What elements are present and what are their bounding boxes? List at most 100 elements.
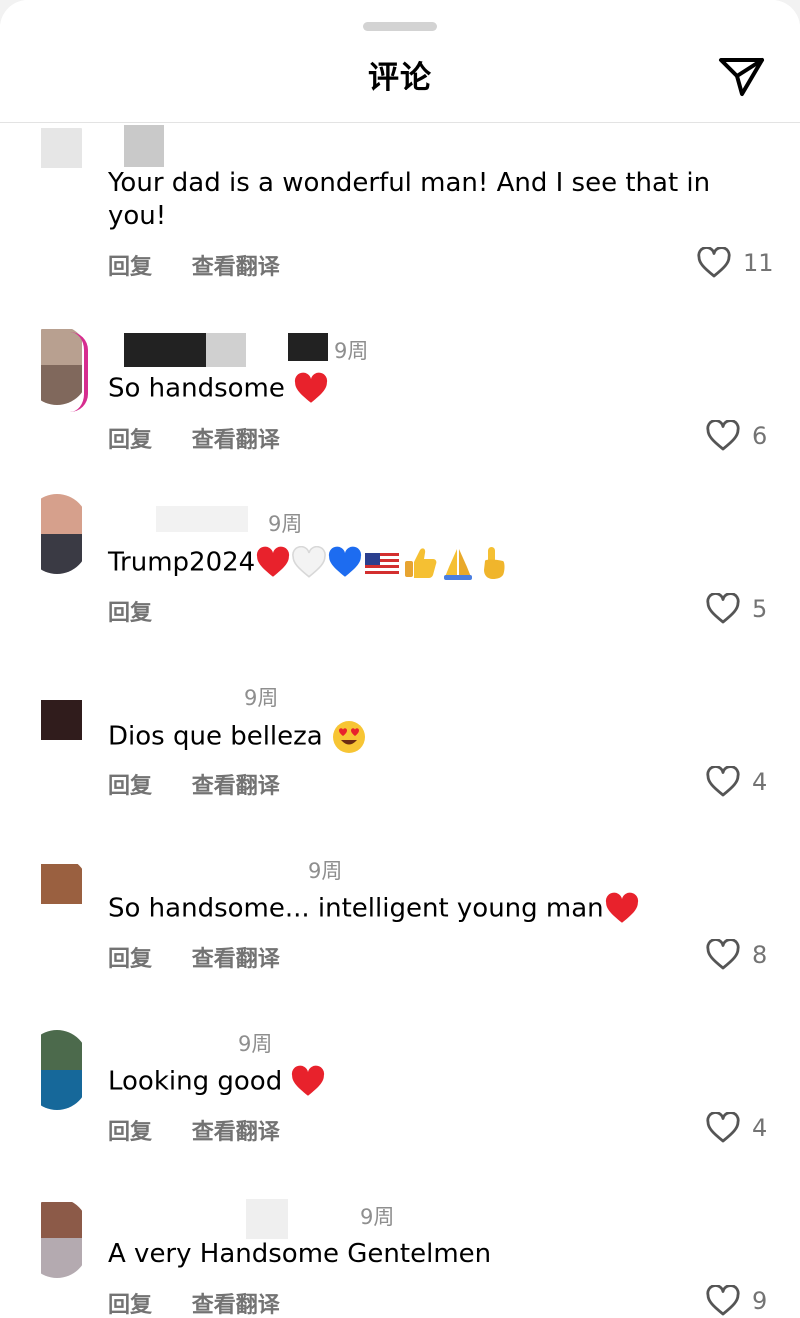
comment-meta: 9周 [108, 680, 308, 710]
comment-meta: 9周 [108, 853, 368, 883]
heart-icon [706, 939, 740, 970]
translate-button[interactable]: 查看翻译 [192, 947, 280, 972]
sheet-header: 评论 [0, 0, 800, 123]
white-heart-emoji [292, 546, 327, 578]
comment-time: 9周 [334, 339, 369, 363]
story-ring [52, 332, 88, 412]
heart-icon [706, 1285, 740, 1316]
comment-meta: 9周 [108, 333, 408, 367]
comment-text-value: So handsome... intelligent young man [108, 893, 604, 924]
comment-meta: 9周 [108, 1026, 308, 1056]
like-count: 6 [752, 422, 768, 450]
blue-heart-emoji [329, 546, 362, 577]
avatar-image [41, 1202, 82, 1238]
heart-icon [706, 766, 740, 797]
heart-icon [706, 420, 740, 451]
reply-button[interactable]: 回复 [108, 774, 152, 799]
comment-actions: 回复 查看翻译 [108, 1114, 312, 1146]
share-button[interactable] [716, 52, 768, 100]
reply-button[interactable]: 回复 [108, 255, 152, 280]
avatar-image [41, 494, 82, 534]
comment-time: 9周 [360, 1205, 395, 1229]
comment-actions: 回复 查看翻译 [108, 1287, 312, 1318]
drag-handle[interactable] [363, 22, 437, 31]
comment-actions: 回复 查看翻译 [108, 941, 312, 973]
heart-icon [697, 247, 731, 278]
avatar[interactable] [26, 494, 88, 574]
like-count: 8 [752, 941, 768, 969]
comment-text: So handsome... intelligent young man [108, 892, 728, 926]
folded-hands-emoji [444, 549, 473, 580]
like-count: 4 [752, 768, 768, 796]
like-count: 11 [743, 249, 774, 277]
red-heart-emoji [292, 1065, 325, 1096]
page-title: 评论 [368, 60, 432, 96]
translate-button[interactable]: 查看翻译 [192, 774, 280, 799]
like-count: 4 [752, 1114, 768, 1142]
comment-actions: 回复 查看翻译 [108, 422, 312, 454]
comment-meta: 9周 [108, 506, 368, 536]
like-button[interactable]: 4 [706, 1110, 786, 1150]
reply-button[interactable]: 回复 [108, 428, 152, 453]
like-count: 9 [752, 1287, 768, 1315]
like-button[interactable]: 8 [706, 937, 786, 977]
avatar-image [41, 864, 82, 904]
username-redacted [206, 333, 246, 367]
reply-button[interactable]: 回复 [108, 1293, 152, 1318]
translate-button[interactable]: 查看翻译 [192, 428, 280, 453]
like-button[interactable]: 5 [706, 591, 786, 631]
avatar[interactable] [26, 856, 88, 936]
like-button[interactable]: 4 [706, 764, 786, 804]
paper-plane-icon [719, 58, 764, 96]
comment-time: 9周 [244, 686, 279, 710]
translate-button[interactable]: 查看翻译 [192, 1293, 280, 1318]
avatar-image [41, 700, 82, 740]
comment-time: 9周 [268, 512, 303, 536]
username-redacted [288, 333, 328, 361]
reply-button[interactable]: 回复 [108, 947, 152, 972]
comment-actions: 回复 查看翻译 [108, 768, 312, 800]
comment-text-value: So handsome [108, 373, 285, 404]
translate-button[interactable]: 查看翻译 [192, 255, 280, 280]
heart-icon [706, 1112, 740, 1143]
comment-time: 9周 [238, 1032, 273, 1056]
username-redacted [246, 1199, 288, 1239]
comment-text: A very Handsome Gentelmen [108, 1239, 492, 1269]
reply-button[interactable]: 回复 [108, 601, 152, 626]
comment-meta: 9周 [108, 1199, 408, 1239]
heart-icon [706, 593, 740, 624]
comment-text-value: Looking good [108, 1066, 283, 1097]
avatar-image [41, 534, 82, 574]
comment-text: Dios que belleza [108, 719, 728, 755]
thumbs-up-emoji [405, 548, 437, 578]
username-redacted [124, 333, 206, 367]
like-button[interactable]: 6 [706, 418, 786, 458]
comment-time: 9周 [308, 859, 343, 883]
like-button[interactable]: 9 [706, 1283, 786, 1318]
username-redacted [156, 506, 248, 532]
comments-list[interactable]: Your dad is a wonderful man! And I see t… [0, 0, 800, 1318]
red-heart-emoji [605, 892, 638, 923]
avatar-image [41, 1070, 82, 1110]
heart-eyes-emoji [333, 721, 365, 753]
avatar-image [41, 1030, 82, 1070]
red-heart-emoji [295, 372, 328, 403]
comment-text: So handsome [108, 372, 728, 406]
comment-actions: 回复 [108, 595, 184, 627]
reply-button[interactable]: 回复 [108, 1120, 152, 1145]
comment-text-value: Trump2024 [108, 547, 256, 578]
comments-sheet: Your dad is a wonderful man! And I see t… [0, 0, 800, 1318]
avatar-image [41, 1238, 82, 1278]
avatar[interactable] [26, 1030, 88, 1110]
like-button[interactable]: 11 [697, 245, 777, 285]
comment-text: Trump2024 [108, 545, 728, 581]
comment-text: Looking good [108, 1065, 728, 1099]
translate-button[interactable]: 查看翻译 [192, 1120, 280, 1145]
red-heart-emoji [257, 546, 290, 577]
comment-actions: 回复 查看翻译 [108, 249, 312, 281]
us-flag-emoji [365, 553, 400, 575]
avatar[interactable] [26, 1198, 88, 1278]
comment-text: Your dad is a wonderful man! And I see t… [108, 168, 711, 231]
comment-text-value: Dios que belleza [108, 721, 323, 752]
avatar[interactable] [26, 684, 88, 764]
